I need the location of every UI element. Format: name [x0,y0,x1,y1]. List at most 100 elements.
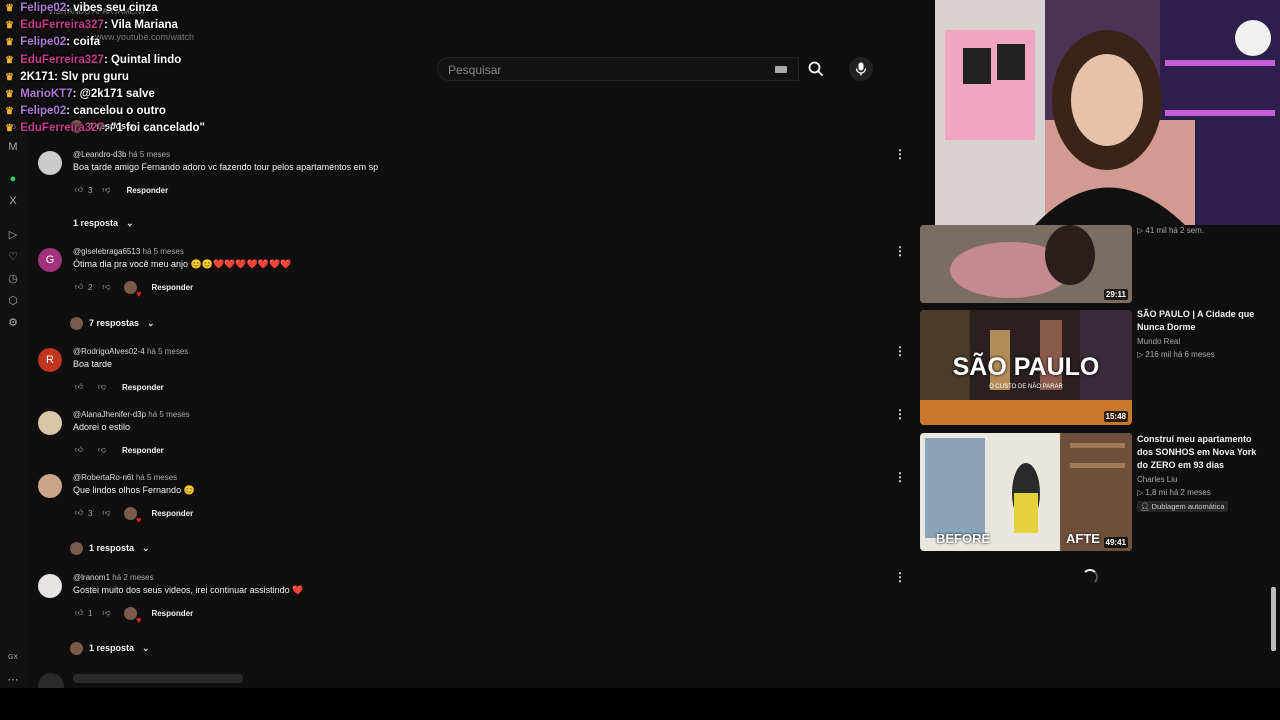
author-name[interactable]: @AlanaJhenifer-d3p [73,410,146,419]
like-icon[interactable]: 👍︎ [73,381,85,393]
video-title[interactable]: SÃO PAULO | A Cidade que Nunca Dorme [1137,308,1267,334]
avatar[interactable]: R [38,348,62,372]
like-icon[interactable]: 👍︎ [73,184,85,196]
avatar[interactable]: G [38,248,62,272]
whatsapp-icon[interactable]: ● [6,172,20,186]
avatar[interactable] [38,474,62,498]
dislike-icon[interactable]: 👎︎ [100,281,112,293]
more-options-icon[interactable]: ⋮ [894,470,906,484]
avatar [70,641,83,655]
reply-button[interactable]: Responder [122,446,164,455]
comment-author[interactable]: @AlanaJhenifer-d3p há 5 meses [73,410,190,419]
replies-toggle[interactable]: 1 resposta ⌄ [73,216,134,230]
video-thumbnail[interactable]: BEFORE AFTE 49:41 [920,433,1132,551]
voice-search-button[interactable] [849,57,873,81]
comment-time: há 2 meses [112,573,154,582]
dislike-icon[interactable]: 👎︎ [100,184,112,196]
video-channel[interactable]: Charles Liu [1137,475,1177,484]
comment-time: há 5 meses [135,473,178,482]
chat-message: ♛ Felipe02: vibes seu cinza [5,0,265,17]
auto-dub-badge: 👤︎ Dublagem automática [1137,501,1228,512]
scrollbar-thumb[interactable] [1271,587,1276,651]
comment-author[interactable]: @giselebraga6513 há 5 meses [73,247,184,256]
video-meta: ▷ 41 mil há 2 sem. [1137,226,1205,235]
video-channel[interactable]: Mundo Real [1137,337,1180,346]
mail-icon[interactable]: M [6,140,20,154]
x-icon[interactable]: X [6,194,20,208]
author-name[interactable]: @lranom1 [73,573,110,582]
like-icon[interactable]: 👍︎ [73,607,85,619]
comment-time: há 5 meses [128,150,171,159]
webcam-overlay [935,0,1280,225]
dislike-icon[interactable]: 👎︎ [96,381,108,393]
reply-button[interactable]: Responder [151,509,193,518]
author-name[interactable]: @Leandro-d3b [73,150,127,159]
chat-message: ♛ EduFerreira327: Quintal lindo [5,52,265,69]
avatar[interactable] [38,574,62,598]
badge-text: Dublagem automática [1151,502,1225,511]
more-options-icon[interactable]: ⋮ [894,570,906,584]
streamer-webcam-image [935,0,1280,225]
search-input[interactable]: Pesquisar [437,57,799,81]
replies-label: 1 resposta [89,643,135,653]
video-meta: ▷ 1,8 mi há 2 meses [1137,488,1211,497]
video-thumbnail[interactable]: SÃO PAULO O CUSTO DE NÃO PARAR 15:48 [920,310,1132,425]
replies-toggle[interactable]: 1 resposta ⌄ [70,641,150,655]
more-options-icon[interactable]: ⋮ [894,244,906,258]
comment-author[interactable]: @RobertaRo-n6t há 5 meses [73,473,177,482]
crown-icon: ♛ [5,37,14,49]
thumbnail-image [920,225,1132,303]
chat-message: ♛ EduFerreira327: Vila Mariana [5,17,265,34]
more-options-icon[interactable]: ⋮ [894,344,906,358]
replies-toggle[interactable]: 1 resposta ⌄ [70,541,150,555]
more-icon[interactable]: ⋯ [6,672,20,686]
reply-button[interactable]: Responder [122,383,164,392]
chat-username: 2K171 [20,70,55,83]
author-name[interactable]: @giselebraga6513 [73,247,140,256]
comment-author[interactable]: @lranom1 há 2 meses [73,573,154,582]
chat-username: EduFerreira327 [20,122,104,135]
like-icon[interactable]: 👍︎ [73,444,85,456]
reply-button[interactable]: Responder [151,609,193,618]
search-button[interactable] [801,57,831,81]
loading-spinner-icon [1082,569,1098,585]
clock-icon[interactable]: ◷ [6,271,20,285]
keyboard-icon[interactable] [775,66,787,73]
chat-message: ♛ Felipe02: cancelou o outro [5,103,265,120]
crown-icon: ♛ [5,89,14,101]
creator-heart-icon [124,280,141,299]
video-title[interactable]: Construí meu apartamento dos SONHOS em N… [1137,433,1267,472]
replies-toggle[interactable]: 7 respostas ⌄ [70,316,155,330]
bottom-bar [0,688,1280,720]
loading-placeholder [73,674,243,683]
stream-chat-overlay: ♛ Felipe02: vibes seu cinza ♛ EduFerreir… [5,0,265,138]
avatar[interactable] [38,151,62,175]
chat-text: : "1 foi cancelado" [103,122,205,135]
reply-button[interactable]: Responder [126,186,168,195]
comment-actions: 👍︎ 👎︎ Responder [73,381,164,393]
chat-username: MarioKT7 [20,88,73,101]
comment-author[interactable]: @Leandro-d3b há 5 meses [73,150,170,159]
heart-icon[interactable]: ♡ [6,249,20,263]
avatar[interactable] [38,411,62,435]
like-icon[interactable]: 👍︎ [73,281,85,293]
dislike-icon[interactable]: 👎︎ [96,444,108,456]
reply-button[interactable]: Responder [151,283,193,292]
play-icon[interactable]: ▷ [6,227,20,241]
cube-icon[interactable]: ⬡ [6,293,20,307]
like-count: 3 [88,508,93,518]
chevron-down-icon: ⌄ [126,217,134,228]
crown-icon: ♛ [5,54,14,66]
like-icon[interactable]: 👍︎ [73,507,85,519]
chat-text: : @2k171 salve [72,88,155,101]
more-options-icon[interactable]: ⋮ [894,407,906,421]
video-thumbnail[interactable]: 29:11 [920,225,1132,303]
video-duration: 15:48 [1103,411,1128,422]
author-name[interactable]: @RodrigoAlves02-4 [73,347,145,356]
dislike-icon[interactable]: 👎︎ [100,507,112,519]
author-name[interactable]: @RobertaRo-n6t [73,473,134,482]
dislike-icon[interactable]: 👎︎ [100,607,112,619]
settings-icon[interactable]: ⚙ [6,315,20,329]
comment-author[interactable]: @RodrigoAlves02-4 há 5 meses [73,347,188,356]
more-options-icon[interactable]: ⋮ [894,147,906,161]
